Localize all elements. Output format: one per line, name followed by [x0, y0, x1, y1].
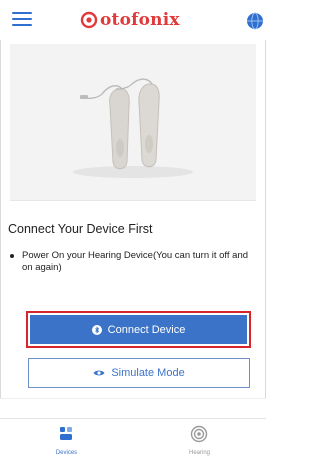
bluetooth-icon	[91, 324, 102, 335]
content-footer	[0, 398, 266, 419]
divider	[10, 200, 256, 201]
tab-devices-label: Devices	[55, 450, 78, 456]
top-bar: otofonix	[0, 0, 266, 40]
signal-icon	[190, 425, 208, 443]
tab-hearing-label: Hearing	[188, 450, 210, 456]
hearing-aids-product-photo	[10, 44, 256, 200]
hamburger-menu-icon[interactable]	[12, 12, 32, 26]
connect-heading: Connect Your Device First	[8, 222, 153, 236]
tab-devices[interactable]: Devices	[0, 419, 133, 459]
instruction-item: Power On your Hearing Device(You can tur…	[10, 250, 254, 274]
tab-hearing[interactable]: Hearing	[133, 419, 266, 459]
devices-icon	[60, 427, 72, 440]
otofonix-logo-icon	[80, 11, 98, 29]
brand-logo: otofonix	[80, 8, 200, 32]
bottom-tab-bar: Devices Hearing	[0, 418, 266, 459]
simulate-mode-label: Simulate Mode	[111, 367, 185, 379]
hearing-aids-image	[10, 44, 256, 200]
connect-device-button[interactable]: Connect Device	[26, 311, 251, 348]
globe-icon[interactable]	[246, 12, 264, 30]
simulate-mode-button[interactable]: Simulate Mode	[28, 358, 250, 388]
brand-name: otofonix	[100, 10, 180, 30]
bullet-icon	[10, 254, 14, 258]
eye-icon	[93, 370, 105, 376]
instruction-text: Power On your Hearing Device(You can tur…	[22, 250, 249, 273]
connect-device-label: Connect Device	[107, 323, 186, 336]
